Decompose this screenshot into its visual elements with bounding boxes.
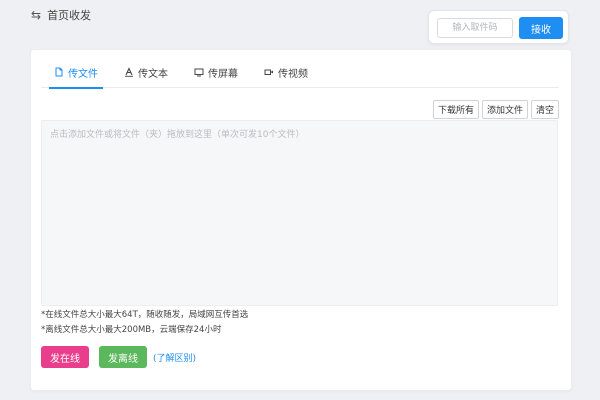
tab-label: 传文本 bbox=[138, 68, 168, 80]
page-title: 首页收发 bbox=[47, 9, 92, 22]
send-card: 传文件 传文本 传屏幕 传视频 下载所有 添加文件 清空 点击添加文件或将文件（… bbox=[31, 50, 571, 390]
receive-panel: 接收 bbox=[428, 10, 569, 44]
tab-text[interactable]: 传文本 bbox=[111, 56, 181, 88]
dropzone-hint: 点击添加文件或将文件（夹）拖放到这里（单次可发10个文件） bbox=[50, 130, 305, 140]
screen-icon bbox=[194, 67, 204, 77]
download-all-button[interactable]: 下载所有 bbox=[432, 100, 479, 119]
send-offline-button[interactable]: 发离线 bbox=[99, 346, 147, 368]
tab-label: 传文件 bbox=[68, 68, 98, 80]
tab-bar: 传文件 传文本 传屏幕 传视频 bbox=[41, 56, 559, 89]
size-notes: *在线文件总大小最大64T，随收随发，局域网互传首选 *离线文件总大小最大200… bbox=[41, 308, 248, 338]
send-online-button[interactable]: 发在线 bbox=[41, 346, 89, 368]
tab-video[interactable]: 传视频 bbox=[251, 56, 321, 88]
tab-label: 传屏幕 bbox=[208, 68, 238, 80]
add-file-button[interactable]: 添加文件 bbox=[481, 100, 528, 119]
online-limit-note: *在线文件总大小最大64T，随收随发，局域网互传首选 bbox=[41, 310, 249, 320]
pickup-code-input[interactable] bbox=[437, 18, 513, 38]
learn-difference-link[interactable]: (了解区别) bbox=[153, 351, 196, 364]
clear-button[interactable]: 清空 bbox=[530, 100, 559, 119]
text-icon bbox=[124, 67, 134, 77]
send-actions: 发在线 发离线 (了解区别) bbox=[41, 346, 196, 368]
video-icon bbox=[264, 67, 274, 77]
file-icon bbox=[54, 67, 64, 77]
tab-screen[interactable]: 传屏幕 bbox=[181, 56, 251, 88]
tab-file[interactable]: 传文件 bbox=[41, 56, 111, 89]
offline-limit-note: *离线文件总大小最大200MB，云端保存24小时 bbox=[41, 325, 222, 335]
page: ⇆ 首页收发 接收 传文件 传文本 传屏幕 bbox=[0, 0, 600, 400]
swap-icon: ⇆ bbox=[31, 8, 42, 22]
receive-button[interactable]: 接收 bbox=[519, 17, 563, 39]
file-dropzone[interactable]: 点击添加文件或将文件（夹）拖放到这里（单次可发10个文件） bbox=[41, 120, 558, 306]
file-toolbar: 下载所有 添加文件 清空 bbox=[432, 100, 559, 119]
page-header: ⇆ 首页收发 bbox=[31, 7, 91, 23]
tab-label: 传视频 bbox=[278, 68, 308, 80]
